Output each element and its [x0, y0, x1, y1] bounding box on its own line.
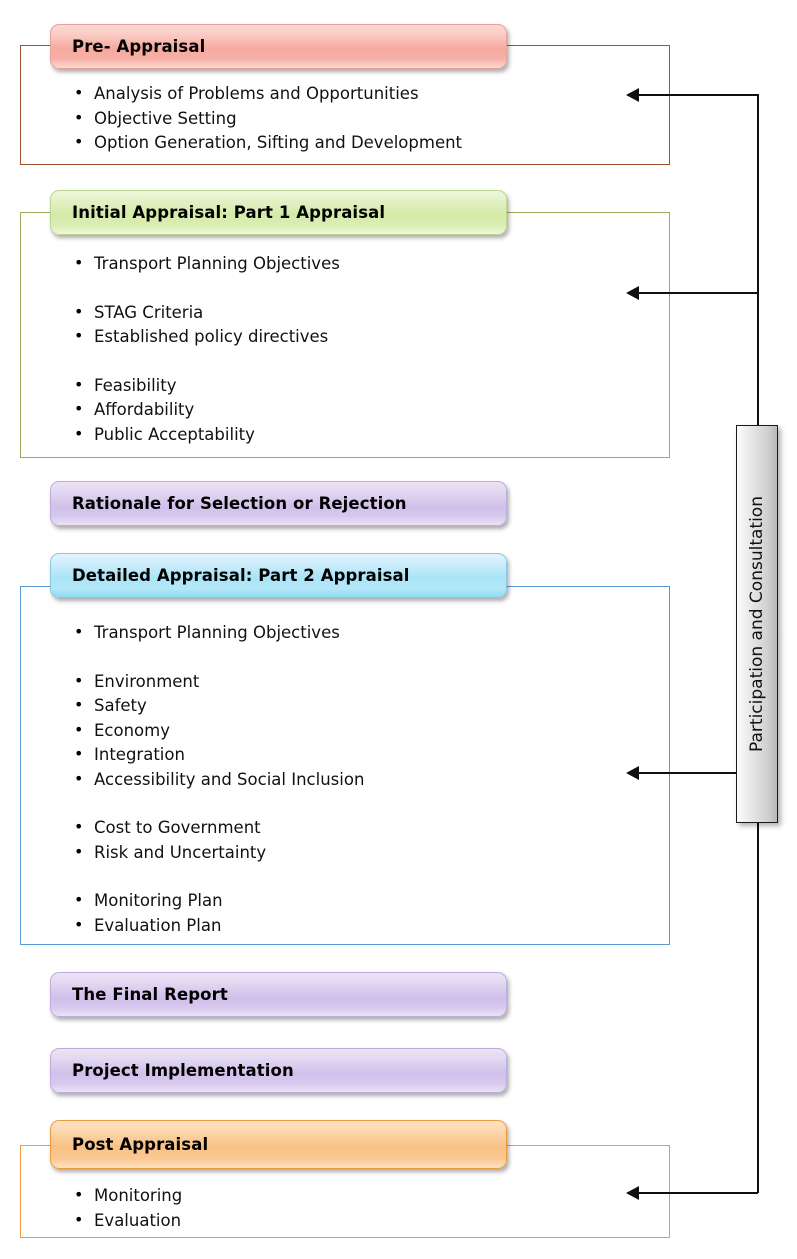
participation-and-consultation-bar: Participation and Consultation — [736, 425, 778, 823]
list-item: Monitoring — [72, 1183, 652, 1209]
list-item: Public Acceptability — [72, 422, 652, 448]
list-item: Environment — [72, 669, 652, 695]
connector-line-initial-appraisal — [638, 292, 758, 294]
stage-label-final-report: The Final Report — [72, 985, 228, 1004]
list-item: Objective Setting — [72, 106, 652, 132]
list-item: Accessibility and Social Inclusion — [72, 767, 652, 793]
list-item: Integration — [72, 742, 652, 768]
stage-label-rationale: Rationale for Selection or Rejection — [72, 494, 407, 513]
stage-header-final-report[interactable]: The Final Report — [50, 972, 507, 1017]
list-item: Transport Planning Objectives — [72, 620, 652, 646]
connector-spine-lower — [757, 822, 759, 1193]
stage-items-post-appraisal: Monitoring Evaluation — [72, 1183, 652, 1234]
stage-header-pre-appraisal[interactable]: Pre- Appraisal — [50, 24, 507, 69]
participation-and-consultation-label: Participation and Consultation — [747, 496, 767, 752]
list-item: Monitoring Plan — [72, 888, 652, 914]
stage-label-initial-appraisal: Initial Appraisal: Part 1 Appraisal — [72, 203, 386, 222]
stage-header-post-appraisal[interactable]: Post Appraisal — [50, 1120, 507, 1169]
stage-header-rationale[interactable]: Rationale for Selection or Rejection — [50, 481, 507, 526]
list-item: Option Generation, Sifting and Developme… — [72, 130, 652, 156]
stage-header-initial-appraisal[interactable]: Initial Appraisal: Part 1 Appraisal — [50, 190, 507, 235]
list-item: Affordability — [72, 397, 652, 423]
list-item: Established policy directives — [72, 324, 652, 350]
list-item: Safety — [72, 693, 652, 719]
list-item: Risk and Uncertainty — [72, 840, 652, 866]
stage-label-pre-appraisal: Pre- Appraisal — [72, 37, 206, 56]
stage-label-post-appraisal: Post Appraisal — [72, 1135, 209, 1154]
connector-spine-upper — [757, 94, 759, 426]
list-item: Analysis of Problems and Opportunities — [72, 81, 652, 107]
list-item: Evaluation — [72, 1208, 652, 1234]
list-item: Economy — [72, 718, 652, 744]
stage-label-detailed-appraisal: Detailed Appraisal: Part 2 Appraisal — [72, 566, 410, 585]
list-item: Feasibility — [72, 373, 652, 399]
stage-header-project-implementation[interactable]: Project Implementation — [50, 1048, 507, 1093]
list-item: Cost to Government — [72, 815, 652, 841]
diagram-canvas: Participation and Consultation Pre- Appr… — [0, 0, 797, 1259]
stage-items-initial-appraisal: Transport Planning Objectives STAG Crite… — [72, 251, 652, 448]
stage-label-project-implementation: Project Implementation — [72, 1061, 294, 1080]
connector-line-pre-appraisal — [638, 94, 758, 96]
stage-header-detailed-appraisal[interactable]: Detailed Appraisal: Part 2 Appraisal — [50, 553, 507, 598]
connector-line-post-appraisal — [638, 1192, 758, 1194]
connector-line-detailed-appraisal — [638, 772, 738, 774]
list-item: STAG Criteria — [72, 300, 652, 326]
stage-items-pre-appraisal: Analysis of Problems and Opportunities O… — [72, 81, 652, 156]
list-item: Transport Planning Objectives — [72, 251, 652, 277]
list-item: Evaluation Plan — [72, 913, 652, 939]
stage-items-detailed-appraisal: Transport Planning Objectives Environmen… — [72, 620, 652, 939]
